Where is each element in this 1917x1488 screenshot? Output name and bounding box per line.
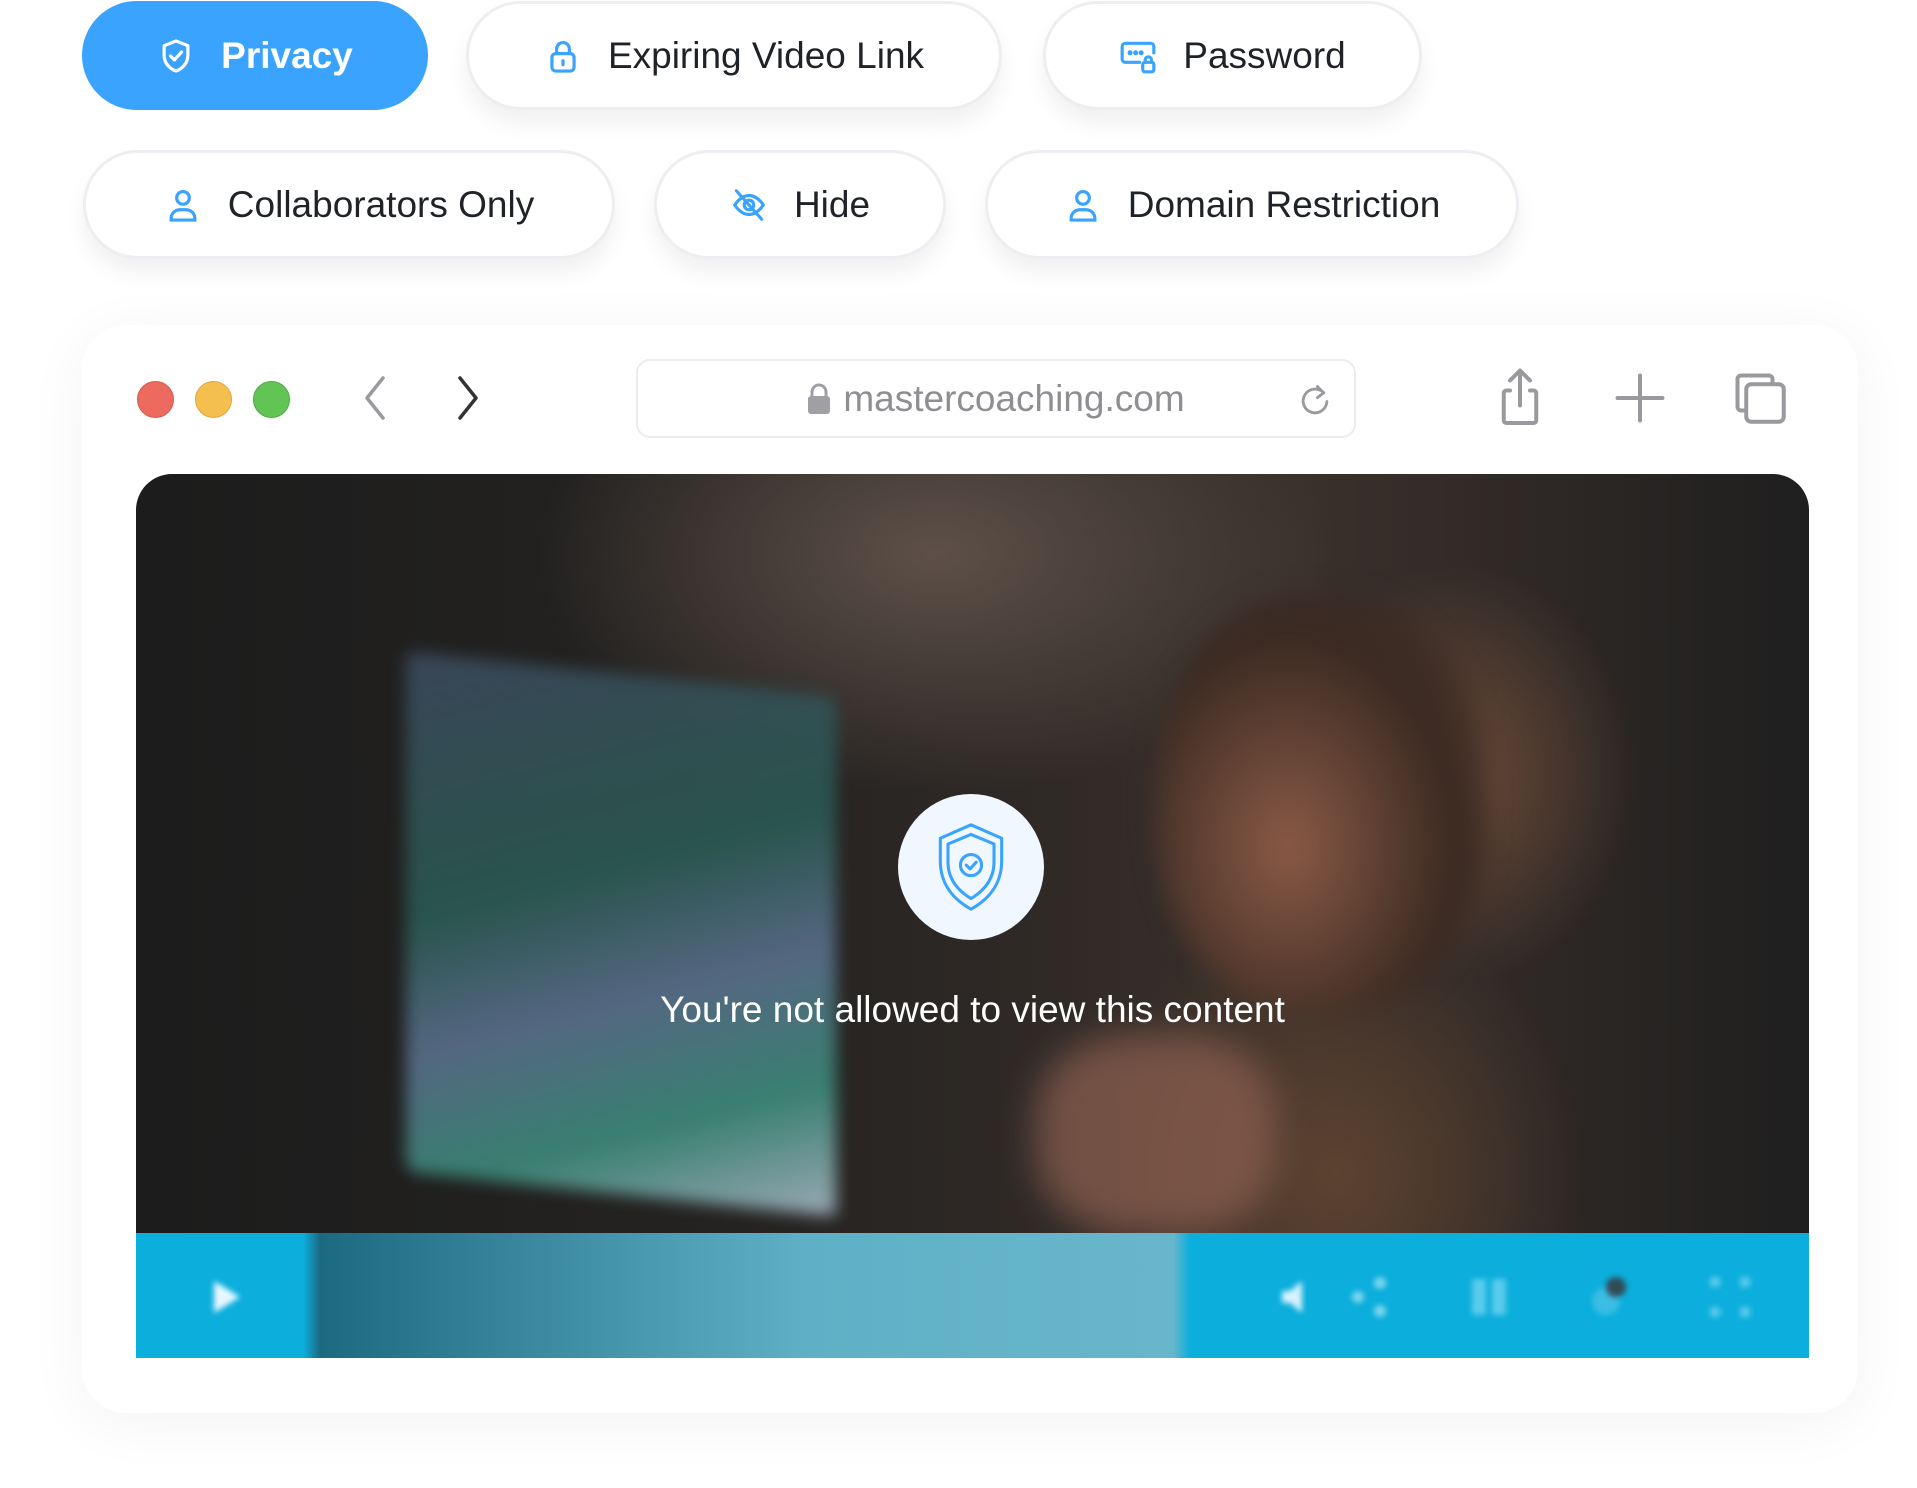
new-tab-button[interactable] — [1610, 368, 1670, 428]
user-icon — [169, 189, 197, 222]
volume-icon[interactable] — [1276, 1273, 1324, 1321]
address-bar[interactable]: mastercoaching.com — [636, 359, 1356, 438]
captions-icon[interactable] — [1586, 1273, 1634, 1321]
filter-password-button[interactable]: Password — [1043, 1, 1422, 110]
video-thumbnail-hands — [1036, 1034, 1276, 1234]
share-button[interactable] — [1490, 368, 1550, 428]
shield-check-icon — [938, 823, 1004, 911]
filter-privacy-button[interactable]: Privacy — [82, 1, 428, 110]
lock-icon — [550, 40, 576, 73]
reload-icon[interactable] — [1296, 381, 1334, 419]
video-thumbnail-monitor — [406, 651, 836, 1217]
filter-label: Domain Restriction — [1127, 183, 1441, 225]
filter-label: Hide — [793, 183, 871, 225]
shield-check-icon — [162, 38, 190, 73]
privacy-shield-badge — [898, 794, 1044, 940]
play-icon[interactable] — [200, 1273, 248, 1321]
filter-expiring-link-button[interactable]: Expiring Video Link — [466, 1, 1002, 110]
player-control-bar — [136, 1233, 1809, 1358]
back-button[interactable] — [355, 372, 395, 424]
filter-domain-restriction-button[interactable]: Domain Restriction — [985, 150, 1519, 259]
filter-label: Collaborators Only — [227, 183, 535, 225]
filter-label: Privacy — [221, 34, 353, 76]
video-thumbnail-person — [1156, 594, 1486, 1014]
filter-label: Expiring Video Link — [607, 34, 925, 76]
url-text: mastercoaching.com — [843, 377, 1185, 419]
window-close-button[interactable] — [137, 381, 174, 418]
filter-hide-button[interactable]: Hide — [654, 150, 946, 259]
filter-collaborators-only-button[interactable]: Collaborators Only — [83, 150, 615, 259]
lock-icon — [808, 383, 831, 414]
chapters-icon[interactable] — [1466, 1273, 1514, 1321]
password-field-icon — [1120, 41, 1156, 73]
window-zoom-button[interactable] — [253, 381, 290, 418]
forward-button[interactable] — [448, 372, 488, 424]
fullscreen-icon[interactable] — [1706, 1273, 1754, 1321]
tabs-overview-button[interactable] — [1730, 368, 1790, 428]
share-icon[interactable] — [1346, 1273, 1394, 1321]
filter-label: Password — [1183, 34, 1346, 76]
video-player[interactable]: You're not allowed to view this content — [136, 474, 1809, 1358]
access-denied-message: You're not allowed to view this content — [660, 989, 1285, 1030]
eye-off-icon — [732, 188, 766, 221]
window-minimize-button[interactable] — [195, 381, 232, 418]
user-icon — [1069, 189, 1097, 222]
